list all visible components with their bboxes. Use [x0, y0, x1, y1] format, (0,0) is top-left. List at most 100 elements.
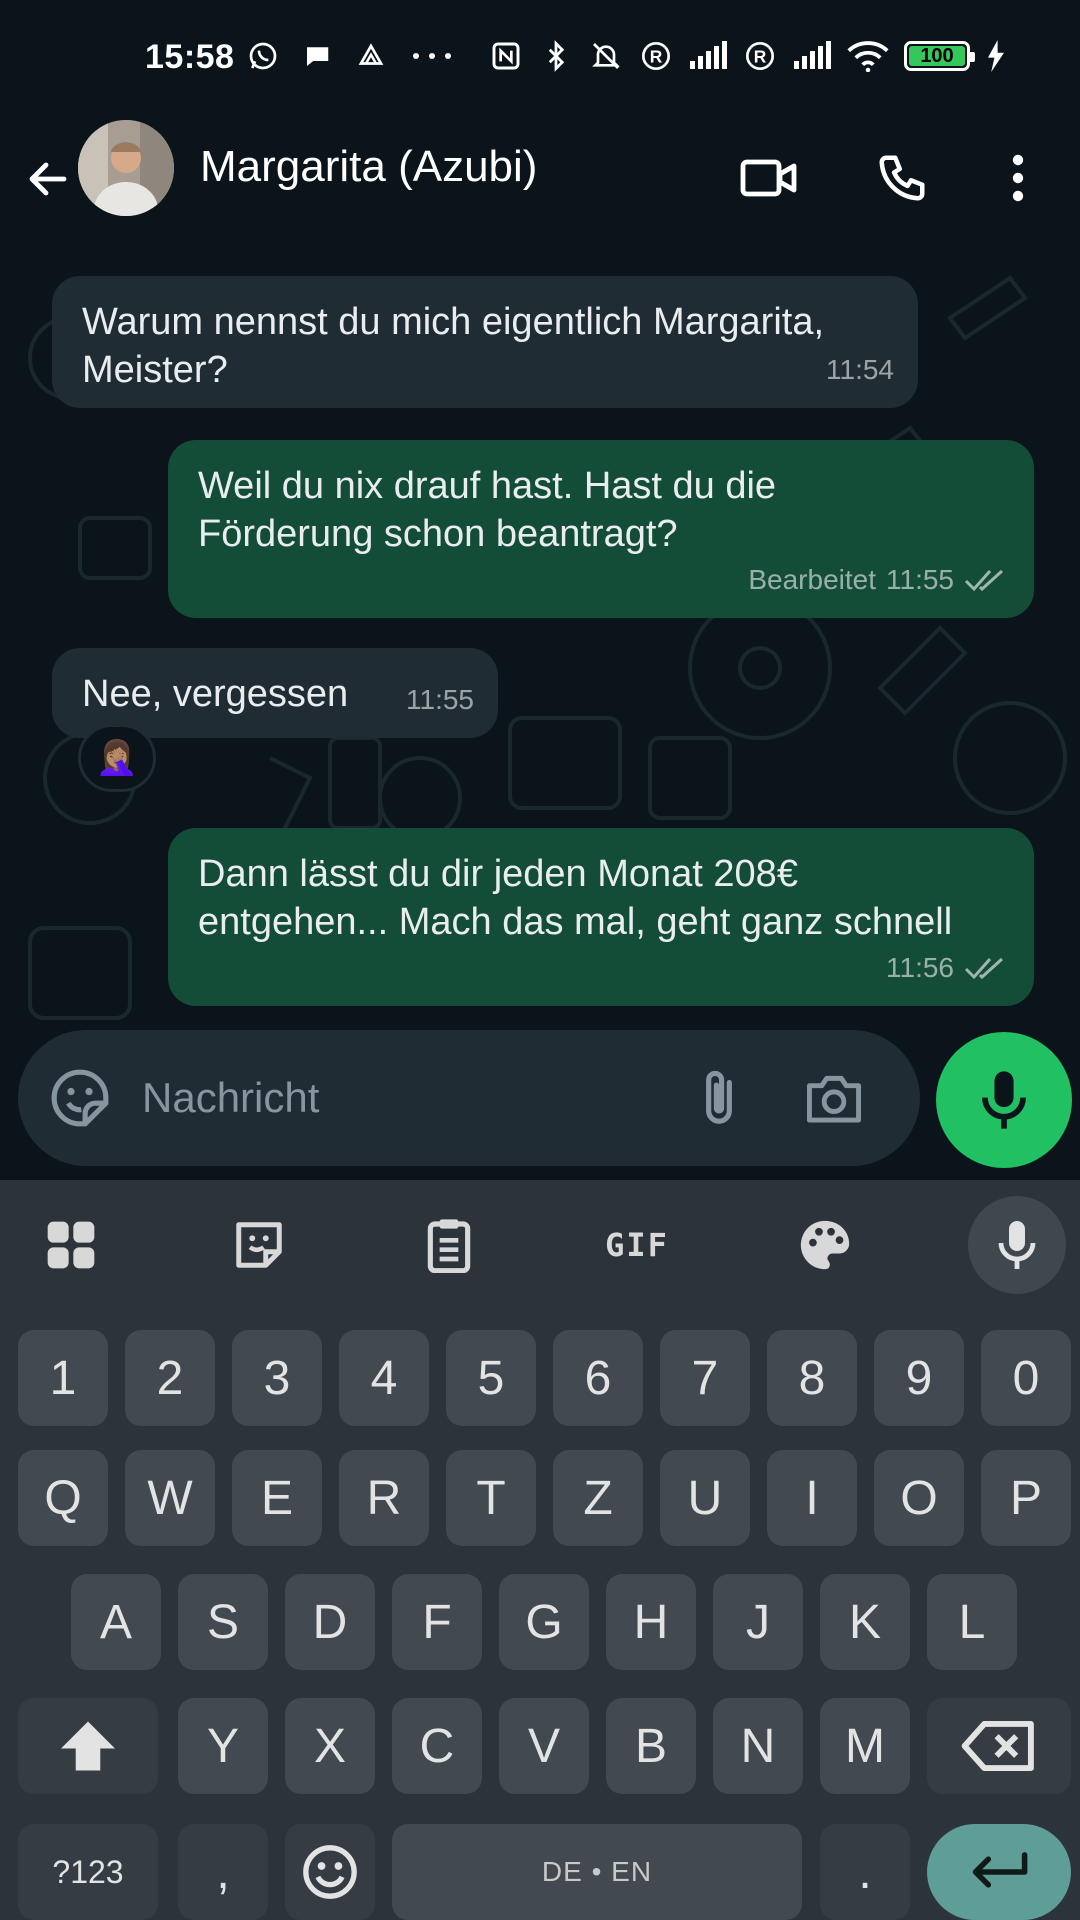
shift-arrow-icon: [61, 1721, 115, 1771]
contact-name[interactable]: Margarita (Azubi): [200, 142, 537, 192]
space-key[interactable]: DE • EN: [392, 1824, 802, 1920]
key-u[interactable]: U: [660, 1450, 750, 1546]
back-button[interactable]: [20, 144, 76, 214]
message-incoming[interactable]: Warum nennst du mich eigentlich Margarit…: [52, 276, 918, 408]
key-v[interactable]: V: [499, 1698, 589, 1794]
status-bar: 15:58 R R 100: [0, 0, 1080, 120]
key-l[interactable]: L: [927, 1574, 1017, 1670]
message-meta: 11:54: [826, 346, 894, 394]
key-0[interactable]: 0: [981, 1330, 1071, 1426]
key-1[interactable]: 1: [18, 1330, 108, 1426]
key-4[interactable]: 4: [339, 1330, 429, 1426]
key-2[interactable]: 2: [125, 1330, 215, 1426]
voice-typing-button[interactable]: [968, 1196, 1066, 1294]
back-arrow-icon: [29, 162, 67, 196]
key-f[interactable]: F: [392, 1574, 482, 1670]
key-o[interactable]: O: [874, 1450, 964, 1546]
key-p[interactable]: P: [981, 1450, 1071, 1546]
whatsapp-icon: [245, 38, 281, 74]
read-receipt-icon: [964, 569, 1004, 592]
attach-button[interactable]: [683, 1062, 755, 1134]
key-9[interactable]: 9: [874, 1330, 964, 1426]
period-key[interactable]: .: [820, 1824, 910, 1920]
comma-key[interactable]: ,: [178, 1824, 268, 1920]
camera-icon: [806, 1075, 861, 1123]
key-m[interactable]: M: [820, 1698, 910, 1794]
key-e[interactable]: E: [232, 1450, 322, 1546]
keyboard-row-numbers: 1 2 3 4 5 6 7 8 9 0: [0, 1330, 1080, 1430]
nfc-icon: [488, 38, 524, 74]
key-w[interactable]: W: [125, 1450, 215, 1546]
key-h[interactable]: H: [606, 1574, 696, 1670]
symbols-key[interactable]: ?123: [18, 1824, 158, 1920]
key-t[interactable]: T: [446, 1450, 536, 1546]
key-r[interactable]: R: [339, 1450, 429, 1546]
more-options-button[interactable]: [978, 138, 1058, 218]
emoji-key[interactable]: [285, 1824, 375, 1920]
backspace-key[interactable]: [927, 1698, 1071, 1794]
read-receipt-icon: [964, 957, 1004, 980]
status-time: 15:58: [145, 38, 235, 76]
message-reaction[interactable]: 🤦🏽‍♀️: [78, 724, 156, 792]
sticker-emoji-button[interactable]: [44, 1062, 116, 1134]
keyboard-row-bottom: ?123 , DE • EN .: [0, 1824, 1080, 1920]
video-call-button[interactable]: [730, 138, 810, 218]
battery-icon: 100: [904, 41, 975, 71]
key-d[interactable]: D: [285, 1574, 375, 1670]
key-7[interactable]: 7: [660, 1330, 750, 1426]
key-c[interactable]: C: [392, 1698, 482, 1794]
key-j[interactable]: J: [713, 1574, 803, 1670]
key-i[interactable]: I: [767, 1450, 857, 1546]
shift-key[interactable]: [18, 1698, 158, 1794]
contact-avatar[interactable]: [78, 120, 174, 216]
charging-bolt-icon: [984, 38, 1008, 74]
edited-label: Bearbeitet: [748, 564, 876, 595]
more-vert-icon: [1012, 154, 1024, 202]
bell-off-icon: [588, 38, 624, 74]
on-screen-keyboard: GIF 1 2 3 4 5 6 7 8 9 0 Q W E R T Z U I …: [0, 1180, 1080, 1920]
message-input[interactable]: [142, 1060, 662, 1136]
key-6[interactable]: 6: [553, 1330, 643, 1426]
keyboard-row-1: Q W E R T Z U I O P: [0, 1450, 1080, 1550]
clipboard-button[interactable]: [404, 1200, 494, 1290]
voice-call-button[interactable]: [862, 138, 942, 218]
mic-icon: [982, 1071, 1026, 1129]
key-8[interactable]: 8: [767, 1330, 857, 1426]
gif-button[interactable]: GIF: [592, 1200, 682, 1290]
key-n[interactable]: N: [713, 1698, 803, 1794]
battery-level: 100: [920, 44, 954, 67]
key-5[interactable]: 5: [446, 1330, 536, 1426]
keyboard-row-2: A S D F G H J K L: [0, 1574, 1080, 1674]
reaction-emoji: 🤦🏽‍♀️: [95, 738, 139, 778]
key-y[interactable]: Y: [178, 1698, 268, 1794]
sticker-icon: [236, 1222, 282, 1268]
sticker-button[interactable]: [214, 1200, 304, 1290]
keyboard-toolbar: GIF: [0, 1180, 1080, 1300]
apps-grid-icon: [47, 1221, 95, 1269]
voice-message-button[interactable]: [936, 1032, 1072, 1168]
clipboard-icon: [427, 1219, 471, 1273]
message-text: Warum nennst du mich eigentlich Margarit…: [82, 301, 825, 391]
svg-text:R: R: [650, 47, 663, 67]
paperclip-icon: [706, 1070, 732, 1124]
key-g[interactable]: G: [499, 1574, 589, 1670]
camera-button[interactable]: [798, 1062, 870, 1134]
key-q[interactable]: Q: [18, 1450, 108, 1546]
signal-icon: [792, 38, 832, 74]
message-outgoing[interactable]: Weil du nix drauf hast. Hast du die Förd…: [168, 440, 1034, 618]
key-z[interactable]: Z: [553, 1450, 643, 1546]
mic-icon: [998, 1221, 1036, 1269]
theme-button[interactable]: [780, 1200, 870, 1290]
message-outgoing[interactable]: Dann lässt du dir jeden Monat 208€ entge…: [168, 828, 1034, 1006]
drive-icon: [353, 38, 389, 74]
key-x[interactable]: X: [285, 1698, 375, 1794]
key-3[interactable]: 3: [232, 1330, 322, 1426]
key-k[interactable]: K: [820, 1574, 910, 1670]
system-icons: R R 100: [488, 38, 1008, 74]
bluetooth-icon: [538, 38, 574, 74]
enter-key[interactable]: [927, 1824, 1071, 1920]
key-b[interactable]: B: [606, 1698, 696, 1794]
apps-grid-button[interactable]: [26, 1200, 116, 1290]
key-s[interactable]: S: [178, 1574, 268, 1670]
key-a[interactable]: A: [71, 1574, 161, 1670]
